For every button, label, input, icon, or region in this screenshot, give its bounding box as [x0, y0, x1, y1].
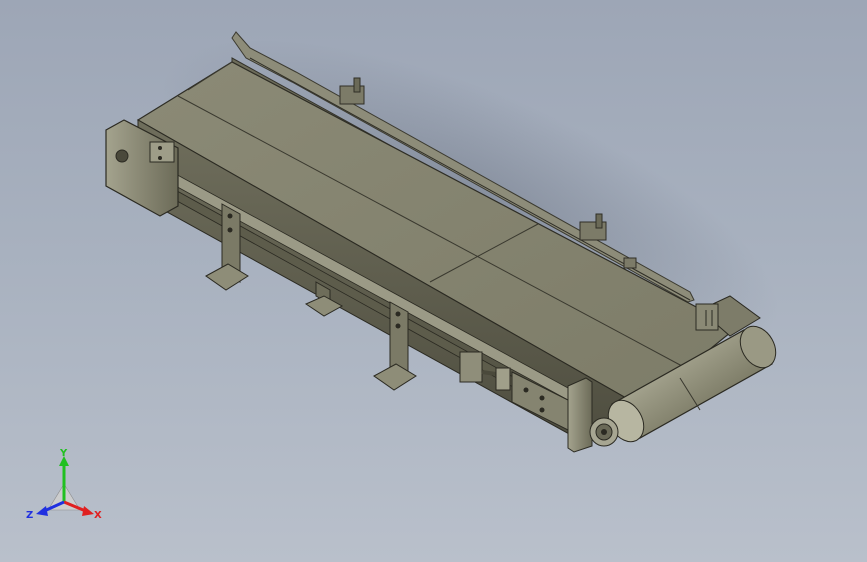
bolt: [158, 146, 162, 150]
y-axis-label: Y: [59, 448, 68, 459]
x-axis-label: X: [94, 510, 102, 521]
bolt: [158, 156, 162, 160]
graphics-viewport[interactable]: [0, 0, 867, 562]
back-bracket-3: [623, 257, 637, 269]
left-end-block: [149, 141, 175, 163]
left-end-shaft-hole: [115, 149, 129, 163]
x-arrow-icon: [82, 506, 94, 516]
right-end-plate: [567, 377, 593, 453]
z-axis-label: Z: [26, 510, 33, 521]
orientation-triad[interactable]: Y X Z: [22, 448, 112, 528]
z-arrow-icon: [36, 506, 48, 516]
bearing-housing: [589, 417, 619, 447]
